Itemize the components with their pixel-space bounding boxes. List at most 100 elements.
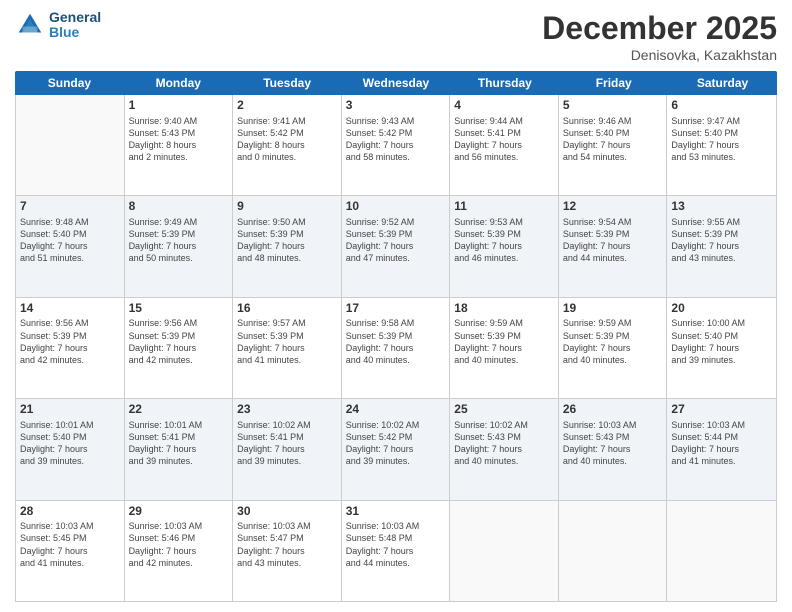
day-info: Sunrise: 9:59 AM Sunset: 5:39 PM Dayligh… — [454, 317, 554, 366]
weekday-header: Monday — [124, 71, 233, 95]
day-number: 11 — [454, 199, 554, 215]
calendar-cell — [559, 501, 668, 601]
day-number: 16 — [237, 301, 337, 317]
calendar-cell — [667, 501, 776, 601]
day-info: Sunrise: 9:54 AM Sunset: 5:39 PM Dayligh… — [563, 216, 663, 265]
day-info: Sunrise: 9:52 AM Sunset: 5:39 PM Dayligh… — [346, 216, 446, 265]
header: General Blue December 2025 Denisovka, Ka… — [15, 10, 777, 63]
calendar-cell — [450, 501, 559, 601]
day-number: 8 — [129, 199, 229, 215]
weekday-header: Tuesday — [233, 71, 342, 95]
calendar-cell: 20Sunrise: 10:00 AM Sunset: 5:40 PM Dayl… — [667, 298, 776, 398]
day-number: 6 — [671, 98, 772, 114]
day-info: Sunrise: 9:59 AM Sunset: 5:39 PM Dayligh… — [563, 317, 663, 366]
day-info: Sunrise: 10:02 AM Sunset: 5:43 PM Daylig… — [454, 419, 554, 468]
calendar-cell: 4Sunrise: 9:44 AM Sunset: 5:41 PM Daylig… — [450, 95, 559, 195]
calendar-cell: 26Sunrise: 10:03 AM Sunset: 5:43 PM Dayl… — [559, 399, 668, 499]
day-number: 28 — [20, 504, 120, 520]
day-number: 5 — [563, 98, 663, 114]
weekday-header: Thursday — [450, 71, 559, 95]
day-number: 20 — [671, 301, 772, 317]
day-info: Sunrise: 10:00 AM Sunset: 5:40 PM Daylig… — [671, 317, 772, 366]
calendar-cell: 6Sunrise: 9:47 AM Sunset: 5:40 PM Daylig… — [667, 95, 776, 195]
day-info: Sunrise: 9:47 AM Sunset: 5:40 PM Dayligh… — [671, 115, 772, 164]
day-number: 17 — [346, 301, 446, 317]
calendar-cell: 17Sunrise: 9:58 AM Sunset: 5:39 PM Dayli… — [342, 298, 451, 398]
day-number: 13 — [671, 199, 772, 215]
day-number: 25 — [454, 402, 554, 418]
calendar-cell: 1Sunrise: 9:40 AM Sunset: 5:43 PM Daylig… — [125, 95, 234, 195]
day-info: Sunrise: 9:50 AM Sunset: 5:39 PM Dayligh… — [237, 216, 337, 265]
calendar-cell: 25Sunrise: 10:02 AM Sunset: 5:43 PM Dayl… — [450, 399, 559, 499]
day-info: Sunrise: 9:41 AM Sunset: 5:42 PM Dayligh… — [237, 115, 337, 164]
day-number: 7 — [20, 199, 120, 215]
day-info: Sunrise: 9:55 AM Sunset: 5:39 PM Dayligh… — [671, 216, 772, 265]
calendar-cell: 28Sunrise: 10:03 AM Sunset: 5:45 PM Dayl… — [16, 501, 125, 601]
day-info: Sunrise: 9:40 AM Sunset: 5:43 PM Dayligh… — [129, 115, 229, 164]
day-info: Sunrise: 9:44 AM Sunset: 5:41 PM Dayligh… — [454, 115, 554, 164]
calendar-cell: 9Sunrise: 9:50 AM Sunset: 5:39 PM Daylig… — [233, 196, 342, 296]
day-number: 18 — [454, 301, 554, 317]
location: Denisovka, Kazakhstan — [542, 47, 777, 63]
calendar-row: 14Sunrise: 9:56 AM Sunset: 5:39 PM Dayli… — [16, 298, 776, 399]
calendar-cell: 24Sunrise: 10:02 AM Sunset: 5:42 PM Dayl… — [342, 399, 451, 499]
day-number: 15 — [129, 301, 229, 317]
day-number: 19 — [563, 301, 663, 317]
calendar-cell: 11Sunrise: 9:53 AM Sunset: 5:39 PM Dayli… — [450, 196, 559, 296]
calendar-cell: 13Sunrise: 9:55 AM Sunset: 5:39 PM Dayli… — [667, 196, 776, 296]
day-number: 2 — [237, 98, 337, 114]
calendar-cell: 3Sunrise: 9:43 AM Sunset: 5:42 PM Daylig… — [342, 95, 451, 195]
title-block: December 2025 Denisovka, Kazakhstan — [542, 10, 777, 63]
day-number: 22 — [129, 402, 229, 418]
calendar-cell: 21Sunrise: 10:01 AM Sunset: 5:40 PM Dayl… — [16, 399, 125, 499]
day-number: 30 — [237, 504, 337, 520]
calendar-row: 21Sunrise: 10:01 AM Sunset: 5:40 PM Dayl… — [16, 399, 776, 500]
day-info: Sunrise: 9:56 AM Sunset: 5:39 PM Dayligh… — [20, 317, 120, 366]
day-info: Sunrise: 9:56 AM Sunset: 5:39 PM Dayligh… — [129, 317, 229, 366]
calendar-cell — [16, 95, 125, 195]
logo-text: General Blue — [49, 10, 101, 41]
day-number: 14 — [20, 301, 120, 317]
weekday-header: Sunday — [15, 71, 124, 95]
day-number: 9 — [237, 199, 337, 215]
calendar-cell: 12Sunrise: 9:54 AM Sunset: 5:39 PM Dayli… — [559, 196, 668, 296]
day-number: 21 — [20, 402, 120, 418]
calendar-row: 1Sunrise: 9:40 AM Sunset: 5:43 PM Daylig… — [16, 95, 776, 196]
day-number: 1 — [129, 98, 229, 114]
day-info: Sunrise: 9:57 AM Sunset: 5:39 PM Dayligh… — [237, 317, 337, 366]
day-number: 27 — [671, 402, 772, 418]
day-number: 23 — [237, 402, 337, 418]
calendar-cell: 22Sunrise: 10:01 AM Sunset: 5:41 PM Dayl… — [125, 399, 234, 499]
calendar-cell: 29Sunrise: 10:03 AM Sunset: 5:46 PM Dayl… — [125, 501, 234, 601]
day-info: Sunrise: 10:03 AM Sunset: 5:46 PM Daylig… — [129, 520, 229, 569]
calendar-cell: 2Sunrise: 9:41 AM Sunset: 5:42 PM Daylig… — [233, 95, 342, 195]
calendar-cell: 15Sunrise: 9:56 AM Sunset: 5:39 PM Dayli… — [125, 298, 234, 398]
calendar-cell: 18Sunrise: 9:59 AM Sunset: 5:39 PM Dayli… — [450, 298, 559, 398]
day-info: Sunrise: 10:03 AM Sunset: 5:47 PM Daylig… — [237, 520, 337, 569]
day-info: Sunrise: 10:01 AM Sunset: 5:41 PM Daylig… — [129, 419, 229, 468]
day-number: 26 — [563, 402, 663, 418]
day-number: 24 — [346, 402, 446, 418]
calendar-cell: 7Sunrise: 9:48 AM Sunset: 5:40 PM Daylig… — [16, 196, 125, 296]
logo-icon — [15, 10, 45, 40]
calendar-header: SundayMondayTuesdayWednesdayThursdayFrid… — [15, 71, 777, 95]
day-number: 31 — [346, 504, 446, 520]
day-info: Sunrise: 10:03 AM Sunset: 5:44 PM Daylig… — [671, 419, 772, 468]
weekday-header: Friday — [559, 71, 668, 95]
day-info: Sunrise: 9:53 AM Sunset: 5:39 PM Dayligh… — [454, 216, 554, 265]
weekday-header: Saturday — [668, 71, 777, 95]
calendar-cell: 19Sunrise: 9:59 AM Sunset: 5:39 PM Dayli… — [559, 298, 668, 398]
calendar-cell: 16Sunrise: 9:57 AM Sunset: 5:39 PM Dayli… — [233, 298, 342, 398]
calendar-row: 28Sunrise: 10:03 AM Sunset: 5:45 PM Dayl… — [16, 501, 776, 601]
day-info: Sunrise: 10:03 AM Sunset: 5:45 PM Daylig… — [20, 520, 120, 569]
calendar-body: 1Sunrise: 9:40 AM Sunset: 5:43 PM Daylig… — [15, 95, 777, 602]
day-number: 3 — [346, 98, 446, 114]
calendar-cell: 8Sunrise: 9:49 AM Sunset: 5:39 PM Daylig… — [125, 196, 234, 296]
day-info: Sunrise: 10:03 AM Sunset: 5:43 PM Daylig… — [563, 419, 663, 468]
day-number: 4 — [454, 98, 554, 114]
day-info: Sunrise: 9:46 AM Sunset: 5:40 PM Dayligh… — [563, 115, 663, 164]
day-info: Sunrise: 10:02 AM Sunset: 5:41 PM Daylig… — [237, 419, 337, 468]
day-number: 29 — [129, 504, 229, 520]
calendar-cell: 27Sunrise: 10:03 AM Sunset: 5:44 PM Dayl… — [667, 399, 776, 499]
calendar: SundayMondayTuesdayWednesdayThursdayFrid… — [15, 71, 777, 602]
